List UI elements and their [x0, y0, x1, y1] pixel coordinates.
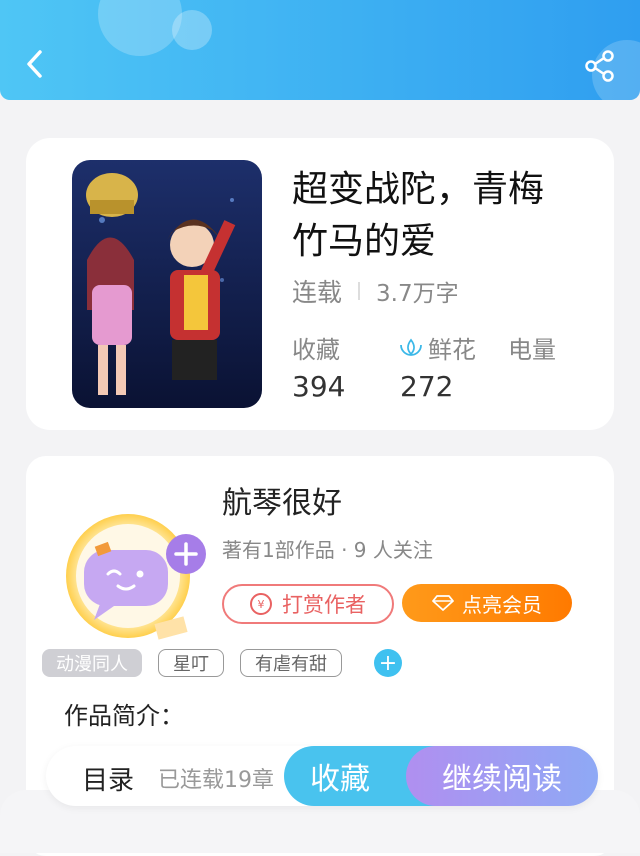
tag-item[interactable]: 有虐有甜 [240, 649, 342, 677]
favorites-count: 394 [292, 370, 346, 403]
chevron-left-icon [27, 50, 42, 78]
avatar-illustration [66, 514, 206, 640]
lotus-flower-icon [400, 338, 422, 356]
share-button[interactable] [582, 48, 618, 84]
author-meta: 著有1部作品 · 9 人关注 [222, 538, 433, 562]
serial-status: 连载 [292, 278, 343, 307]
diamond-icon [432, 595, 454, 611]
reward-author-button[interactable]: ¥ 打赏作者 [222, 584, 394, 624]
word-count: 3.7万字 [376, 281, 459, 307]
cover-illustration [72, 160, 262, 408]
book-cover-image[interactable] [72, 160, 262, 408]
book-status-row: 连载 3.7万字 [292, 274, 459, 308]
vip-label: 点亮会员 [462, 592, 542, 617]
intro-label: 作品简介： [64, 702, 184, 730]
author-name[interactable]: 航琴很好 [222, 478, 342, 522]
decorative-bubble [172, 10, 212, 50]
toc-button[interactable]: 目录 [82, 760, 134, 797]
favorites-label: 收藏 [292, 336, 340, 364]
flowers-count: 272 [400, 370, 454, 403]
tag-list: 动漫同人 星叮 有虐有甜 + [42, 649, 402, 677]
book-info-card: 超变战陀，青梅竹马的爱 连载 3.7万字 收藏 394 鲜花 272 电量 [26, 138, 614, 430]
back-button[interactable] [18, 46, 54, 82]
decorative-bubble [98, 0, 182, 56]
light-up-vip-button[interactable]: 点亮会员 [402, 584, 572, 622]
flowers-label: 鲜花 [428, 336, 476, 364]
author-avatar[interactable] [56, 490, 216, 650]
header-bar [0, 0, 640, 100]
share-icon [585, 50, 614, 82]
divider [358, 282, 361, 300]
bottom-action-bar: 目录 已连载19章 收藏 继续阅读 [46, 746, 598, 806]
book-title: 超变战陀，青梅竹马的爱 [292, 169, 545, 262]
tag-item[interactable]: 星叮 [158, 649, 224, 677]
tag-item[interactable]: 动漫同人 [42, 649, 142, 677]
continue-reading-button[interactable]: 继续阅读 [406, 746, 598, 806]
power-label[interactable]: 电量 [508, 330, 556, 365]
flowers-stat[interactable]: 鲜花 [398, 330, 476, 365]
add-tag-button[interactable]: + [374, 649, 402, 677]
reward-label: 打赏作者 [282, 593, 366, 617]
yen-coin-icon: ¥ [250, 593, 272, 615]
chapter-count[interactable]: 已连载19章 [158, 762, 274, 794]
